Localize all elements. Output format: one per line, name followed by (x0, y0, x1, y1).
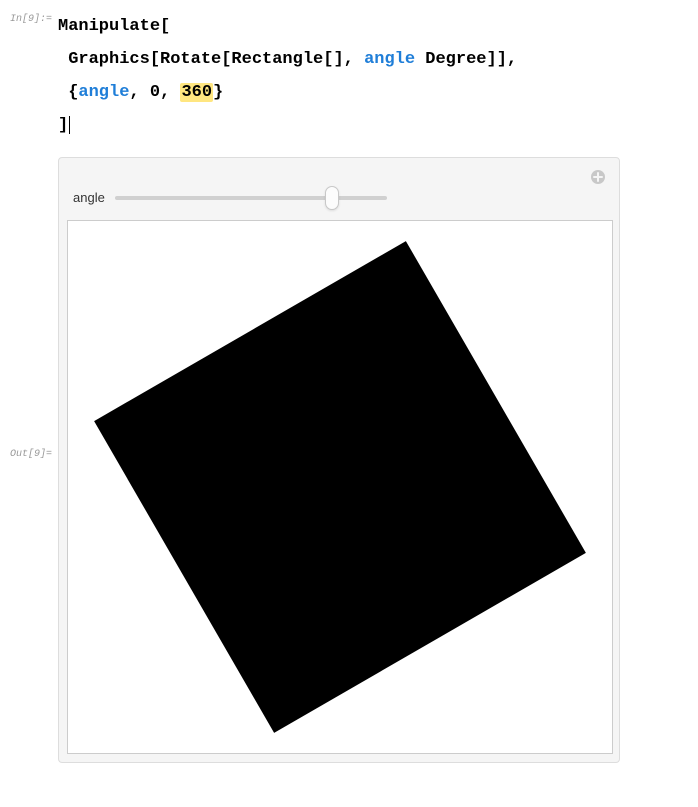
variable-angle: angle (78, 83, 129, 102)
output-cell: Out[9]= angle (10, 147, 688, 763)
angle-slider[interactable] (115, 188, 387, 208)
input-label: In[9]:= (10, 10, 58, 25)
variable-angle: angle (364, 50, 415, 69)
slider-control-row: angle (67, 166, 611, 220)
manipulate-panel: angle (58, 157, 620, 763)
code-input[interactable]: Manipulate[ Graphics[Rotate[Rectangle[],… (58, 10, 688, 143)
slider-thumb[interactable] (325, 186, 339, 210)
rotated-rectangle (94, 241, 586, 733)
highlighted-number: 360 (180, 83, 213, 102)
code-line-2: Graphics[Rotate[Rectangle[], angle Degre… (58, 43, 688, 76)
input-content[interactable]: Manipulate[ Graphics[Rotate[Rectangle[],… (58, 10, 688, 143)
graphics-output[interactable] (67, 220, 613, 754)
output-label: Out[9]= (10, 449, 50, 460)
slider-label: angle (73, 190, 105, 205)
input-cell: In[9]:= Manipulate[ Graphics[Rotate[Rect… (10, 10, 688, 143)
plus-icon[interactable] (589, 168, 607, 186)
code-line-3: {angle, 0, 360} (58, 76, 688, 109)
code-line-1: Manipulate[ (58, 10, 688, 43)
slider-track (115, 196, 387, 200)
code-line-4: ] (58, 109, 688, 142)
text-cursor (69, 116, 70, 134)
